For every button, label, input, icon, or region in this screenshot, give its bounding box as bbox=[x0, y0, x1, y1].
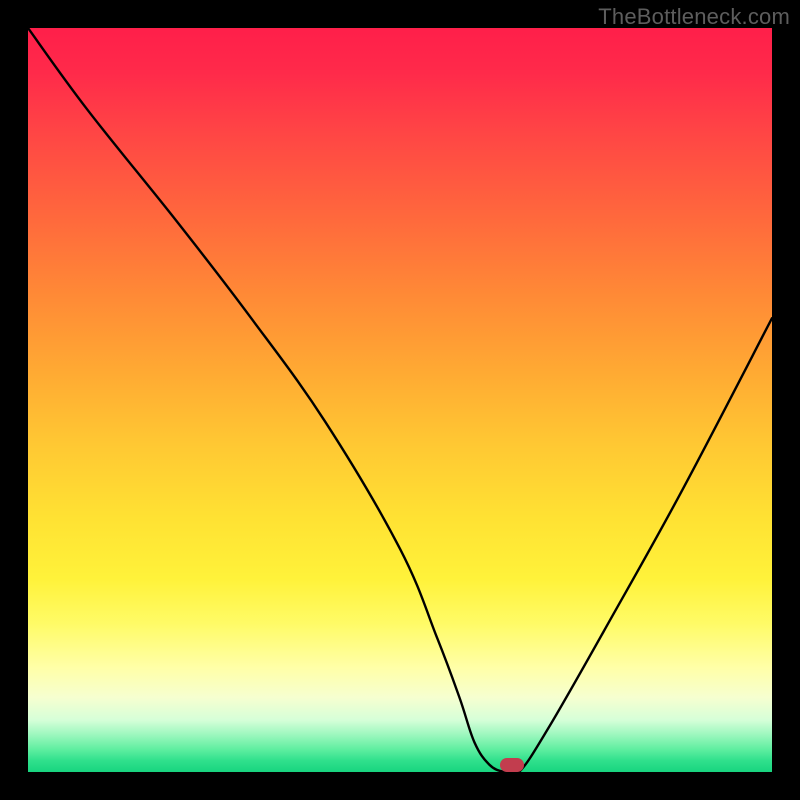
bottleneck-marker bbox=[500, 758, 524, 772]
bottleneck-curve bbox=[28, 28, 772, 772]
chart-frame: TheBottleneck.com bbox=[0, 0, 800, 800]
watermark-text: TheBottleneck.com bbox=[598, 4, 790, 30]
plot-area bbox=[28, 28, 772, 772]
